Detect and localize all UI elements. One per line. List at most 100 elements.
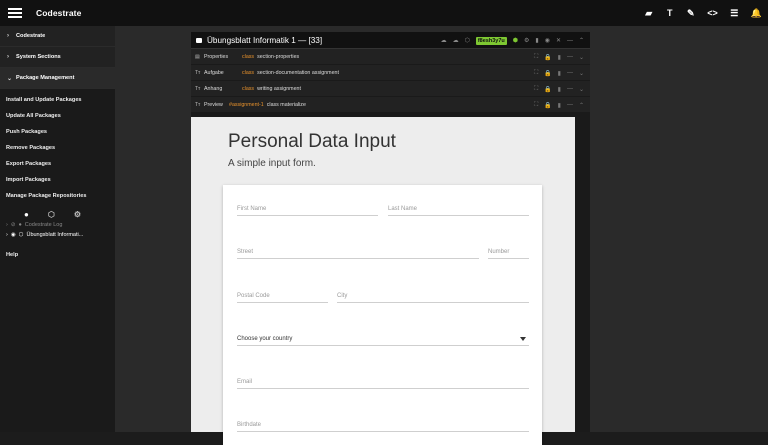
cube-icon[interactable]: ⬢	[513, 37, 518, 44]
country-select[interactable]: Choose your country	[237, 332, 529, 346]
hash-badge[interactable]: f8esh3y7u	[475, 36, 507, 45]
gear-icon[interactable]: ⚙	[524, 37, 529, 44]
cloud-upload-icon[interactable]: ☁	[441, 37, 447, 44]
trash-icon[interactable]: ▮	[558, 70, 561, 77]
page-title: Personal Data Input	[228, 131, 396, 152]
tree-item-log[interactable]: › ⊘ ● Codestrate Log	[6, 220, 115, 230]
row-name: Aufgabe	[204, 69, 224, 76]
email-field[interactable]: Email	[237, 375, 529, 389]
birthdate-field[interactable]: Birthdate	[237, 418, 529, 432]
chevron-down-icon[interactable]: ⌄	[579, 70, 584, 77]
lock-icon[interactable]: 🔒	[544, 54, 551, 61]
city-field[interactable]: City	[337, 289, 529, 303]
tree-item-assignment[interactable]: › ◉ ⬡ Übungsblatt Informati...	[6, 230, 115, 240]
minimize-icon[interactable]: —	[567, 38, 573, 44]
row-class-label: #assignment-1	[229, 101, 264, 108]
lock-icon[interactable]: 🔒	[544, 70, 551, 77]
cloud-download-icon[interactable]: ☁	[453, 37, 459, 44]
eye-icon[interactable]: ◉	[11, 232, 16, 238]
first-name-field[interactable]: First Name	[237, 202, 378, 216]
section-label: Codestrate	[16, 33, 46, 39]
code-icon[interactable]: <>	[707, 8, 718, 18]
lock-icon[interactable]: 🔒	[544, 102, 551, 109]
row-value: section-properties	[257, 53, 300, 60]
last-name-field[interactable]: Last Name	[388, 202, 529, 216]
row-value: class materialize	[266, 101, 306, 108]
postal-code-field[interactable]: Postal Code	[237, 289, 328, 303]
chevron-up-icon[interactable]: ⌃	[579, 102, 584, 109]
panel-title: Übungsblatt Informatik 1 — [33]	[207, 35, 323, 45]
section-row-anhang[interactable]: Tт Anhang class writing assignment ⛶ 🔒 ▮ — ⌄	[191, 81, 590, 97]
sidebar-item-import[interactable]: Import Packages	[0, 172, 115, 188]
fullscreen-icon[interactable]: ⛶	[534, 102, 538, 109]
fullscreen-icon[interactable]: ⛶	[534, 70, 538, 77]
tree-item-label: Übungsblatt Informati...	[26, 232, 84, 238]
number-field[interactable]: Number	[488, 245, 529, 259]
section-row-preview[interactable]: Tт Preview #assignment-1 class materiali…	[191, 97, 590, 113]
package-icon: ⬡	[18, 232, 24, 238]
brush-icon[interactable]: ✎	[686, 8, 695, 19]
sidebar-section-system[interactable]: › System Sections	[0, 47, 115, 68]
list-icon: ▤	[195, 53, 200, 60]
top-actions: ▰ T ✎ <> ☰ 🔔	[644, 0, 762, 26]
trash-icon[interactable]: ▮	[558, 86, 561, 93]
row-name: Anhang	[204, 85, 223, 92]
dropdown-arrow-icon	[520, 337, 526, 341]
gear-icon[interactable]: ⚙	[74, 210, 81, 219]
text-format-icon: Tт	[195, 101, 201, 108]
fullscreen-icon[interactable]: ⛶	[534, 54, 538, 61]
chevron-down-icon[interactable]: ⌄	[579, 54, 584, 61]
chevron-down-icon[interactable]: ⌄	[579, 86, 584, 93]
label-icon[interactable]: ▰	[644, 8, 653, 19]
close-icon[interactable]: ✕	[556, 37, 561, 44]
visibility-off-icon[interactable]: ⊘	[11, 222, 16, 228]
form-preview: Personal Data Input A simple input form.…	[191, 117, 575, 445]
sidebar-item-export[interactable]: Export Packages	[0, 156, 115, 172]
trash-icon[interactable]: ▮	[558, 102, 561, 109]
text-format-icon: Tт	[195, 69, 201, 76]
sidebar-item-update-all[interactable]: Update All Packages	[0, 108, 115, 124]
chevron-right-icon: ›	[7, 33, 9, 39]
sidebar-tree: › ⊘ ● Codestrate Log › ◉ ⬡ Übungsblatt I…	[0, 220, 115, 240]
sidebar-item-install[interactable]: Install and Update Packages	[0, 92, 115, 108]
trash-icon[interactable]: ▮	[558, 54, 561, 61]
package-icon[interactable]: ⬡	[465, 37, 470, 44]
chevron-up-icon[interactable]: ⌃	[579, 37, 584, 44]
panel-header: Übungsblatt Informatik 1 — [33] ☁ ☁ ⬡ f8…	[191, 32, 590, 49]
fullscreen-icon[interactable]: ⛶	[534, 86, 538, 93]
row-actions: ⛶ 🔒 ▮ — ⌄	[534, 65, 584, 81]
sidebar-item-push[interactable]: Push Packages	[0, 124, 115, 140]
menu-icon[interactable]	[8, 6, 22, 20]
main-area: Übungsblatt Informatik 1 — [33] ☁ ☁ ⬡ f8…	[115, 26, 768, 445]
minimize-icon[interactable]: —	[567, 54, 573, 60]
section-row-aufgabe[interactable]: Tт Aufgabe class section-documentation a…	[191, 65, 590, 81]
trash-icon[interactable]: ▮	[535, 37, 538, 44]
package-icon[interactable]: ⬡	[48, 210, 55, 219]
row-actions: ⛶ 🔒 ▮ — ⌃	[534, 97, 584, 113]
sidebar-item-manage-repos[interactable]: Manage Package Repositories	[0, 188, 115, 204]
section-row-properties[interactable]: ▤ Properties class section-properties ⛶ 🔒…	[191, 49, 590, 65]
minimize-icon[interactable]: —	[567, 102, 573, 108]
lock-icon[interactable]: 🔒	[544, 86, 551, 93]
text-format-icon[interactable]: T	[665, 8, 674, 18]
eye-icon[interactable]: ◉	[545, 37, 550, 44]
list-icon[interactable]: ☰	[730, 8, 739, 19]
row-actions: ⛶ 🔒 ▮ — ⌄	[534, 81, 584, 97]
sidebar-tabs: ● ⬡ ⚙	[0, 208, 115, 220]
sidebar: › Codestrate › System Sections ⌄ Package…	[0, 26, 115, 432]
chevron-right-icon: ›	[6, 232, 8, 238]
person-icon: ●	[18, 222, 22, 228]
minimize-icon[interactable]: —	[567, 86, 573, 92]
bell-icon[interactable]: 🔔	[751, 8, 762, 19]
help-item[interactable]: Help	[0, 248, 115, 262]
row-class-label: class	[242, 85, 255, 92]
text-format-icon: Tт	[195, 85, 201, 92]
sidebar-item-remove[interactable]: Remove Packages	[0, 140, 115, 156]
sidebar-section-package-management[interactable]: ⌄ Package Management	[0, 68, 115, 89]
row-name: Properties	[204, 53, 229, 60]
top-app-bar: Codestrate ▰ T ✎ <> ☰ 🔔	[0, 0, 768, 26]
street-field[interactable]: Street	[237, 245, 479, 259]
minimize-icon[interactable]: —	[567, 70, 573, 76]
person-icon[interactable]: ●	[24, 210, 29, 219]
sidebar-section-codestrate[interactable]: › Codestrate	[0, 26, 115, 47]
